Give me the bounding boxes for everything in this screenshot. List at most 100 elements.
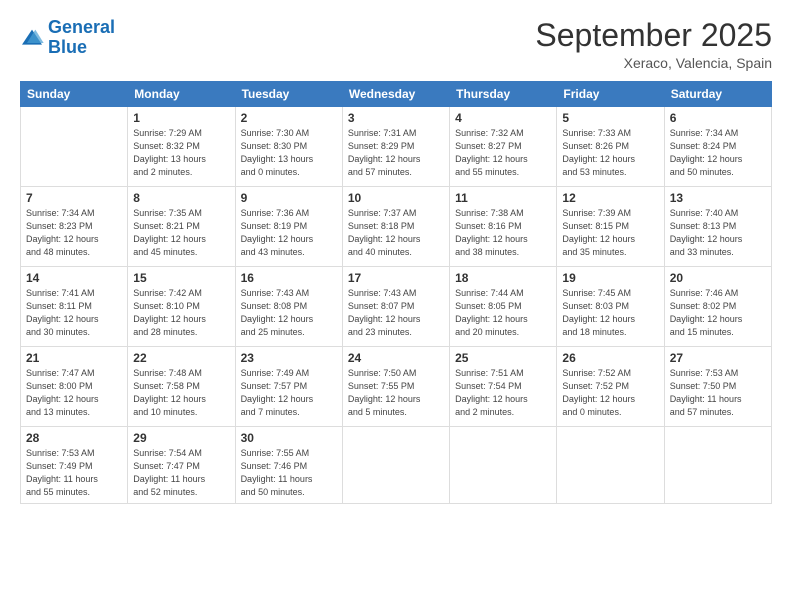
- week-row-2: 14 Sunrise: 7:41 AM Sunset: 8:11 PM Dayli…: [21, 267, 772, 347]
- weekday-header-thursday: Thursday: [450, 82, 557, 107]
- calendar-cell: 7Sunrise: 7:34 AM Sunset: 8:23 PM Daylig…: [21, 187, 128, 267]
- day-number: 18: [455, 271, 551, 285]
- day-number: 8: [133, 191, 229, 205]
- day-number: 22: [133, 351, 229, 365]
- header: General Blue September 2025 Xeraco, Vale…: [20, 18, 772, 71]
- calendar-cell: [557, 427, 664, 504]
- day-number: 29: [133, 431, 229, 445]
- logo-icon: [20, 28, 44, 48]
- calendar-cell: 15Sunrise: 7:42 AM Sunset: 8:10 PM Dayli…: [128, 267, 235, 347]
- day-info: Sunrise: 7:47 AM Sunset: 8:00 PM Dayligh…: [26, 367, 122, 419]
- week-row-4: 28 Sunrise: 7:53 AM Sunset: 7:49 PM Dayli…: [21, 427, 772, 504]
- day-info: Sunrise: 7:38 AM Sunset: 8:16 PM Dayligh…: [455, 207, 551, 259]
- calendar-cell: 25 Sunrise: 7:51 AM Sunset: 7:54 PM Dayli…: [450, 347, 557, 427]
- day-number: 5: [562, 111, 658, 125]
- calendar-cell: 4 Sunrise: 7:32 AM Sunset: 8:27 PM Daylig…: [450, 107, 557, 187]
- day-info: Sunrise: 7:51 AM Sunset: 7:54 PM Dayligh…: [455, 367, 551, 419]
- main-title: September 2025: [535, 18, 772, 53]
- weekday-header-tuesday: Tuesday: [235, 82, 342, 107]
- calendar-cell: [21, 107, 128, 187]
- day-number: 23: [241, 351, 337, 365]
- calendar-cell: [450, 427, 557, 504]
- calendar-cell: 12Sunrise: 7:39 AM Sunset: 8:15 PM Dayli…: [557, 187, 664, 267]
- day-info: Sunrise: 7:53 AM Sunset: 7:50 PM Dayligh…: [670, 367, 766, 419]
- day-info: Sunrise: 7:46 AM Sunset: 8:02 PM Dayligh…: [670, 287, 766, 339]
- weekday-header-sunday: Sunday: [21, 82, 128, 107]
- calendar-cell: 16Sunrise: 7:43 AM Sunset: 8:08 PM Dayli…: [235, 267, 342, 347]
- day-number: 13: [670, 191, 766, 205]
- weekday-header-wednesday: Wednesday: [342, 82, 449, 107]
- day-number: 10: [348, 191, 444, 205]
- day-number: 26: [562, 351, 658, 365]
- calendar-cell: [664, 427, 771, 504]
- day-number: 28: [26, 431, 122, 445]
- day-number: 20: [670, 271, 766, 285]
- day-number: 24: [348, 351, 444, 365]
- day-number: 27: [670, 351, 766, 365]
- day-info: Sunrise: 7:33 AM Sunset: 8:26 PM Dayligh…: [562, 127, 658, 179]
- day-info: Sunrise: 7:35 AM Sunset: 8:21 PM Dayligh…: [133, 207, 229, 259]
- day-number: 12: [562, 191, 658, 205]
- calendar-cell: 19 Sunrise: 7:45 AM Sunset: 8:03 PM Dayli…: [557, 267, 664, 347]
- day-number: 16: [241, 271, 337, 285]
- day-info: Sunrise: 7:52 AM Sunset: 7:52 PM Dayligh…: [562, 367, 658, 419]
- day-number: 9: [241, 191, 337, 205]
- calendar-cell: 8 Sunrise: 7:35 AM Sunset: 8:21 PM Daylig…: [128, 187, 235, 267]
- day-info: Sunrise: 7:55 AM Sunset: 7:46 PM Dayligh…: [241, 447, 337, 499]
- day-info: Sunrise: 7:48 AM Sunset: 7:58 PM Dayligh…: [133, 367, 229, 419]
- day-number: 25: [455, 351, 551, 365]
- calendar-cell: 3 Sunrise: 7:31 AM Sunset: 8:29 PM Daylig…: [342, 107, 449, 187]
- weekday-header-row: SundayMondayTuesdayWednesdayThursdayFrid…: [21, 82, 772, 107]
- calendar-cell: 10 Sunrise: 7:37 AM Sunset: 8:18 PM Dayli…: [342, 187, 449, 267]
- day-info: Sunrise: 7:40 AM Sunset: 8:13 PM Dayligh…: [670, 207, 766, 259]
- week-row-0: 1 Sunrise: 7:29 AM Sunset: 8:32 PM Daylig…: [21, 107, 772, 187]
- day-info: Sunrise: 7:42 AM Sunset: 8:10 PM Dayligh…: [133, 287, 229, 339]
- weekday-header-saturday: Saturday: [664, 82, 771, 107]
- calendar-cell: 28 Sunrise: 7:53 AM Sunset: 7:49 PM Dayli…: [21, 427, 128, 504]
- subtitle: Xeraco, Valencia, Spain: [535, 55, 772, 71]
- calendar-cell: 5 Sunrise: 7:33 AM Sunset: 8:26 PM Daylig…: [557, 107, 664, 187]
- day-info: Sunrise: 7:43 AM Sunset: 8:07 PM Dayligh…: [348, 287, 444, 339]
- day-number: 3: [348, 111, 444, 125]
- day-info: Sunrise: 7:45 AM Sunset: 8:03 PM Dayligh…: [562, 287, 658, 339]
- day-info: Sunrise: 7:36 AM Sunset: 8:19 PM Dayligh…: [241, 207, 337, 259]
- weekday-header-monday: Monday: [128, 82, 235, 107]
- day-number: 19: [562, 271, 658, 285]
- calendar-cell: 17Sunrise: 7:43 AM Sunset: 8:07 PM Dayli…: [342, 267, 449, 347]
- week-row-1: 7Sunrise: 7:34 AM Sunset: 8:23 PM Daylig…: [21, 187, 772, 267]
- day-number: 21: [26, 351, 122, 365]
- day-info: Sunrise: 7:31 AM Sunset: 8:29 PM Dayligh…: [348, 127, 444, 179]
- calendar-cell: 29 Sunrise: 7:54 AM Sunset: 7:47 PM Dayli…: [128, 427, 235, 504]
- day-info: Sunrise: 7:29 AM Sunset: 8:32 PM Dayligh…: [133, 127, 229, 179]
- day-number: 2: [241, 111, 337, 125]
- day-info: Sunrise: 7:44 AM Sunset: 8:05 PM Dayligh…: [455, 287, 551, 339]
- page: General Blue September 2025 Xeraco, Vale…: [0, 0, 792, 612]
- title-block: September 2025 Xeraco, Valencia, Spain: [535, 18, 772, 71]
- day-number: 14: [26, 271, 122, 285]
- day-number: 4: [455, 111, 551, 125]
- day-info: Sunrise: 7:34 AM Sunset: 8:24 PM Dayligh…: [670, 127, 766, 179]
- day-info: Sunrise: 7:49 AM Sunset: 7:57 PM Dayligh…: [241, 367, 337, 419]
- day-number: 30: [241, 431, 337, 445]
- day-number: 6: [670, 111, 766, 125]
- weekday-header-friday: Friday: [557, 82, 664, 107]
- day-info: Sunrise: 7:37 AM Sunset: 8:18 PM Dayligh…: [348, 207, 444, 259]
- calendar-cell: 18 Sunrise: 7:44 AM Sunset: 8:05 PM Dayli…: [450, 267, 557, 347]
- calendar: SundayMondayTuesdayWednesdayThursdayFrid…: [20, 81, 772, 504]
- day-number: 1: [133, 111, 229, 125]
- day-info: Sunrise: 7:41 AM Sunset: 8:11 PM Dayligh…: [26, 287, 122, 339]
- calendar-cell: 22 Sunrise: 7:48 AM Sunset: 7:58 PM Dayli…: [128, 347, 235, 427]
- calendar-cell: 21 Sunrise: 7:47 AM Sunset: 8:00 PM Dayli…: [21, 347, 128, 427]
- day-info: Sunrise: 7:54 AM Sunset: 7:47 PM Dayligh…: [133, 447, 229, 499]
- calendar-cell: 20 Sunrise: 7:46 AM Sunset: 8:02 PM Dayli…: [664, 267, 771, 347]
- calendar-cell: 26 Sunrise: 7:52 AM Sunset: 7:52 PM Dayli…: [557, 347, 664, 427]
- calendar-cell: 2Sunrise: 7:30 AM Sunset: 8:30 PM Daylig…: [235, 107, 342, 187]
- calendar-cell: 24Sunrise: 7:50 AM Sunset: 7:55 PM Dayli…: [342, 347, 449, 427]
- logo-text: General Blue: [48, 18, 115, 58]
- calendar-cell: 1 Sunrise: 7:29 AM Sunset: 8:32 PM Daylig…: [128, 107, 235, 187]
- day-number: 11: [455, 191, 551, 205]
- calendar-cell: 30 Sunrise: 7:55 AM Sunset: 7:46 PM Dayli…: [235, 427, 342, 504]
- calendar-cell: 13 Sunrise: 7:40 AM Sunset: 8:13 PM Dayli…: [664, 187, 771, 267]
- day-info: Sunrise: 7:53 AM Sunset: 7:49 PM Dayligh…: [26, 447, 122, 499]
- day-info: Sunrise: 7:32 AM Sunset: 8:27 PM Dayligh…: [455, 127, 551, 179]
